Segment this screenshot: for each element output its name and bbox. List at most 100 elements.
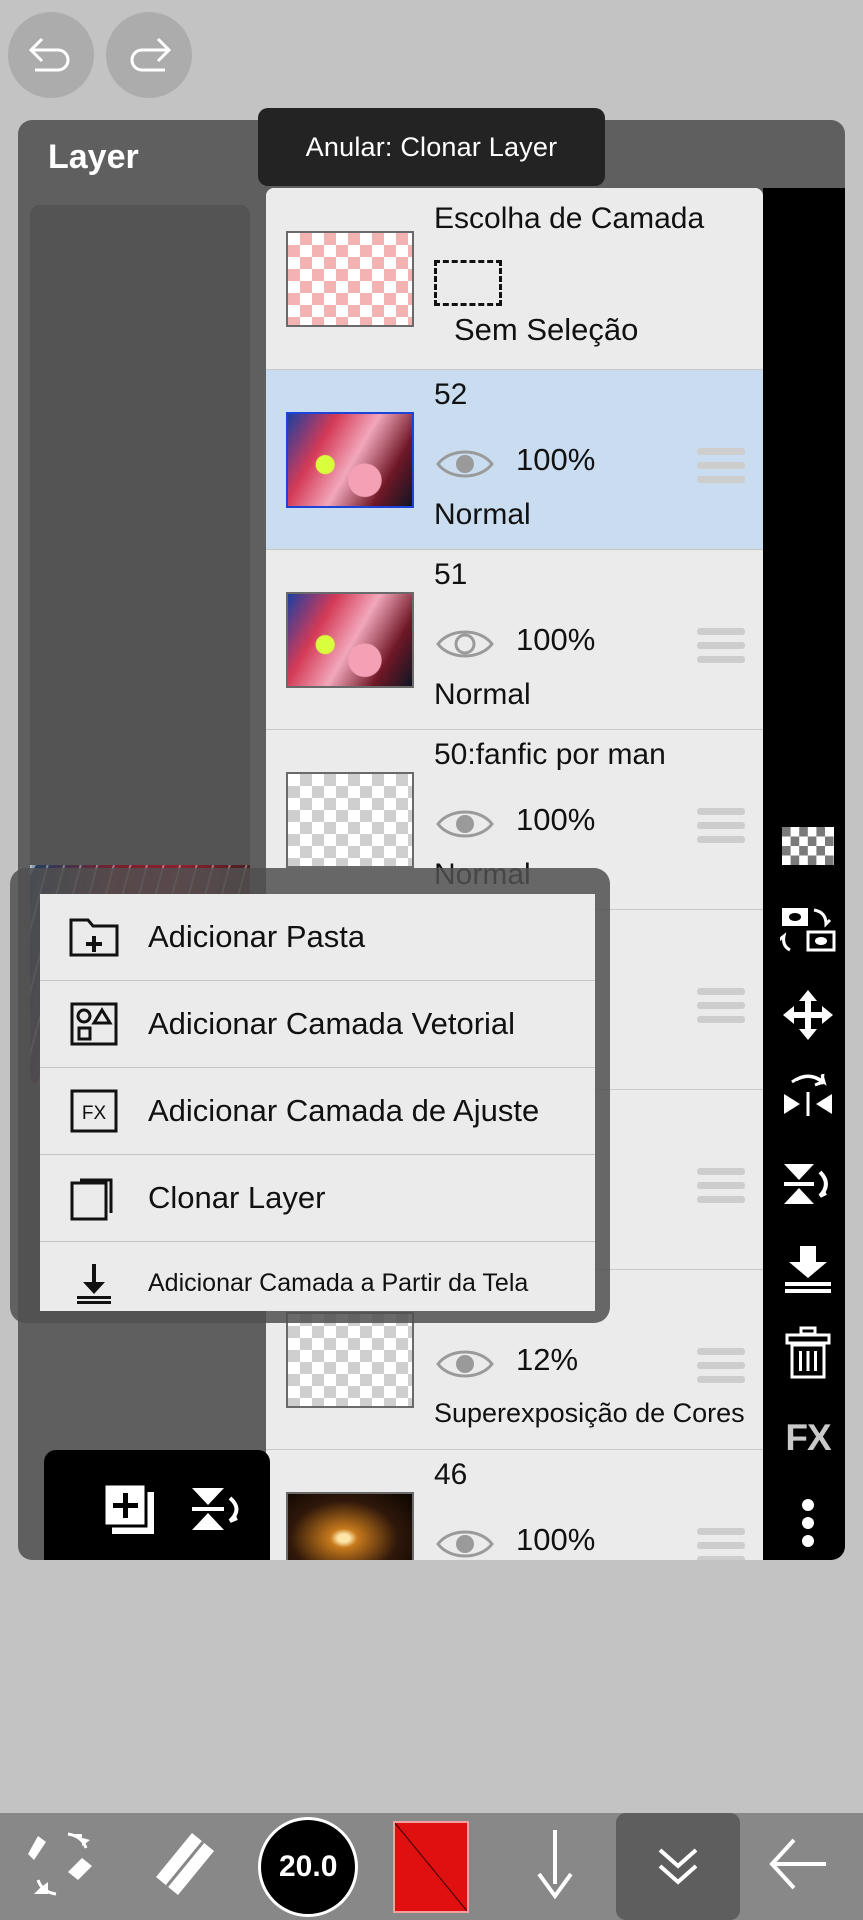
more-icon	[800, 1498, 816, 1548]
layer-opacity: 100%	[516, 622, 596, 657]
brush-eraser-swap-button[interactable]	[0, 1813, 123, 1920]
undo-icon	[24, 33, 78, 77]
layer-opacity: 12%	[516, 1342, 579, 1377]
app-root: Anular: Clonar Layer Layer Escolha de Ca…	[0, 0, 863, 1920]
visibility-toggle[interactable]	[434, 1344, 496, 1384]
layer-blend-mode: Superexposição de Cores	[434, 1398, 745, 1428]
move-button[interactable]	[763, 973, 845, 1058]
move-icon	[781, 988, 835, 1042]
download-icon	[527, 1826, 583, 1907]
transparency-icon	[782, 826, 834, 865]
svg-text:FX: FX	[82, 1103, 107, 1124]
visibility-toggle[interactable]	[434, 1524, 496, 1560]
redo-button[interactable]	[106, 12, 192, 98]
layer-thumbnail[interactable]	[286, 1491, 414, 1560]
visibility-toggle[interactable]	[434, 444, 496, 484]
menu-item-add-folder[interactable]: Adicionar Pasta	[40, 894, 595, 981]
visibility-toggle[interactable]	[434, 624, 496, 664]
import-from-canvas-icon	[40, 1260, 148, 1306]
layer-select-header[interactable]: Escolha de Camada Sem Seleção	[266, 188, 763, 370]
drag-handle-icon[interactable]	[697, 628, 745, 663]
layer-thumbnail[interactable]	[286, 591, 414, 688]
layer-opacity: 100%	[516, 1522, 596, 1557]
bottom-toolbar: 20.0	[0, 1813, 863, 1920]
drag-handle-icon[interactable]	[697, 1348, 745, 1383]
color-swatch-icon	[393, 1820, 470, 1913]
merge-down-button[interactable]	[763, 1227, 845, 1312]
undo-button[interactable]	[8, 12, 94, 98]
menu-item-clone-layer[interactable]: Clonar Layer	[40, 1155, 595, 1242]
tooltip-text: Anular: Clonar Layer	[305, 131, 558, 162]
flip-vertical-button[interactable]	[763, 1142, 845, 1227]
menu-item-label: Adicionar Camada Vetorial	[148, 1006, 516, 1041]
menu-item-add-vector-layer[interactable]: Adicionar Camada Vetorial	[40, 981, 595, 1068]
merge-down-icon	[781, 1244, 835, 1294]
layer-name: 50:fanfic por man	[434, 738, 666, 771]
drag-handle-icon[interactable]	[697, 1168, 745, 1203]
layer-thumbnail[interactable]	[286, 1311, 414, 1408]
drag-handle-icon[interactable]	[697, 1528, 745, 1560]
menu-item-add-layer-from-canvas[interactable]: Adicionar Camada a Partir da Tela	[40, 1242, 595, 1311]
swap-layer-icon	[780, 906, 836, 954]
fx-box-icon: FX	[40, 1088, 148, 1134]
menu-item-add-adjustment-layer[interactable]: FX Adicionar Camada de Ajuste	[40, 1068, 595, 1155]
layer-name: 51	[434, 558, 468, 591]
layer-name: 52	[434, 378, 468, 411]
download-button[interactable]	[493, 1813, 616, 1920]
collapse-icon	[650, 1836, 706, 1897]
delete-layer-button[interactable]	[763, 1311, 845, 1396]
duplicate-icon	[40, 1174, 148, 1222]
drag-handle-icon[interactable]	[697, 988, 745, 1023]
back-icon	[766, 1832, 836, 1901]
layer-blend-mode: Normal	[434, 678, 531, 711]
eraser-button[interactable]	[123, 1813, 246, 1920]
layer-panel: Layer Escolha de Camada Sem Seleção 52 1…	[18, 120, 845, 1560]
delete-icon	[784, 1326, 832, 1380]
add-layer-panel	[44, 1450, 270, 1560]
layer-thumbnail	[286, 230, 414, 327]
swap-layer-button[interactable]	[763, 888, 845, 973]
undo-tooltip: Anular: Clonar Layer	[258, 108, 605, 186]
brush-size-button[interactable]: 20.0	[247, 1813, 370, 1920]
layer-blend-mode: Normal	[434, 498, 531, 531]
transparency-button[interactable]	[763, 803, 845, 888]
table-row[interactable]: 46 100%	[266, 1450, 763, 1560]
context-menu[interactable]: Adicionar Pasta Adicionar Camada Vetoria…	[40, 894, 595, 1311]
color-swatch-button[interactable]	[370, 1813, 493, 1920]
vector-layer-icon	[40, 1001, 148, 1047]
drag-handle-icon[interactable]	[697, 448, 745, 483]
flip-horizontal-icon	[780, 1073, 836, 1126]
table-row[interactable]: 52 100% Normal	[266, 370, 763, 550]
add-layer-button[interactable]	[96, 1478, 162, 1544]
add-layer-icon	[100, 1480, 158, 1543]
menu-item-label: Clonar Layer	[148, 1180, 326, 1215]
folder-plus-icon	[40, 915, 148, 959]
fx-button[interactable]: FX	[763, 1396, 845, 1481]
selection-status: Sem Seleção	[454, 312, 639, 347]
layer-select-label: Escolha de Camada	[434, 202, 705, 235]
layer-action-toolbar: FX	[763, 188, 845, 1560]
flip-vertical-icon	[780, 1158, 836, 1210]
eraser-icon	[152, 1829, 218, 1904]
flip-horizontal-button[interactable]	[763, 1057, 845, 1142]
collapse-button[interactable]	[616, 1813, 740, 1920]
more-options-button[interactable]	[763, 1480, 845, 1560]
top-toolbar	[0, 0, 863, 110]
menu-item-label: Adicionar Camada de Ajuste	[148, 1093, 540, 1128]
fx-icon: FX	[785, 1417, 831, 1459]
layer-opacity: 100%	[516, 442, 596, 477]
layer-name: 46	[434, 1458, 468, 1491]
drag-handle-icon[interactable]	[697, 808, 745, 843]
layer-opacity: 100%	[516, 802, 596, 837]
layer-thumbnail[interactable]	[286, 411, 414, 508]
layer-thumbnail[interactable]	[286, 771, 414, 868]
table-row[interactable]: 51 100% Normal	[266, 550, 763, 730]
back-button[interactable]	[740, 1813, 863, 1920]
menu-item-label: Adicionar Camada a Partir da Tela	[148, 1268, 529, 1297]
brush-eraser-swap-icon	[24, 1828, 100, 1905]
redo-icon	[122, 33, 176, 77]
menu-item-label: Adicionar Pasta	[148, 919, 366, 954]
visibility-toggle[interactable]	[434, 804, 496, 844]
brush-size-icon: 20.0	[258, 1816, 359, 1917]
flip-vertical-add-button[interactable]	[184, 1478, 250, 1544]
